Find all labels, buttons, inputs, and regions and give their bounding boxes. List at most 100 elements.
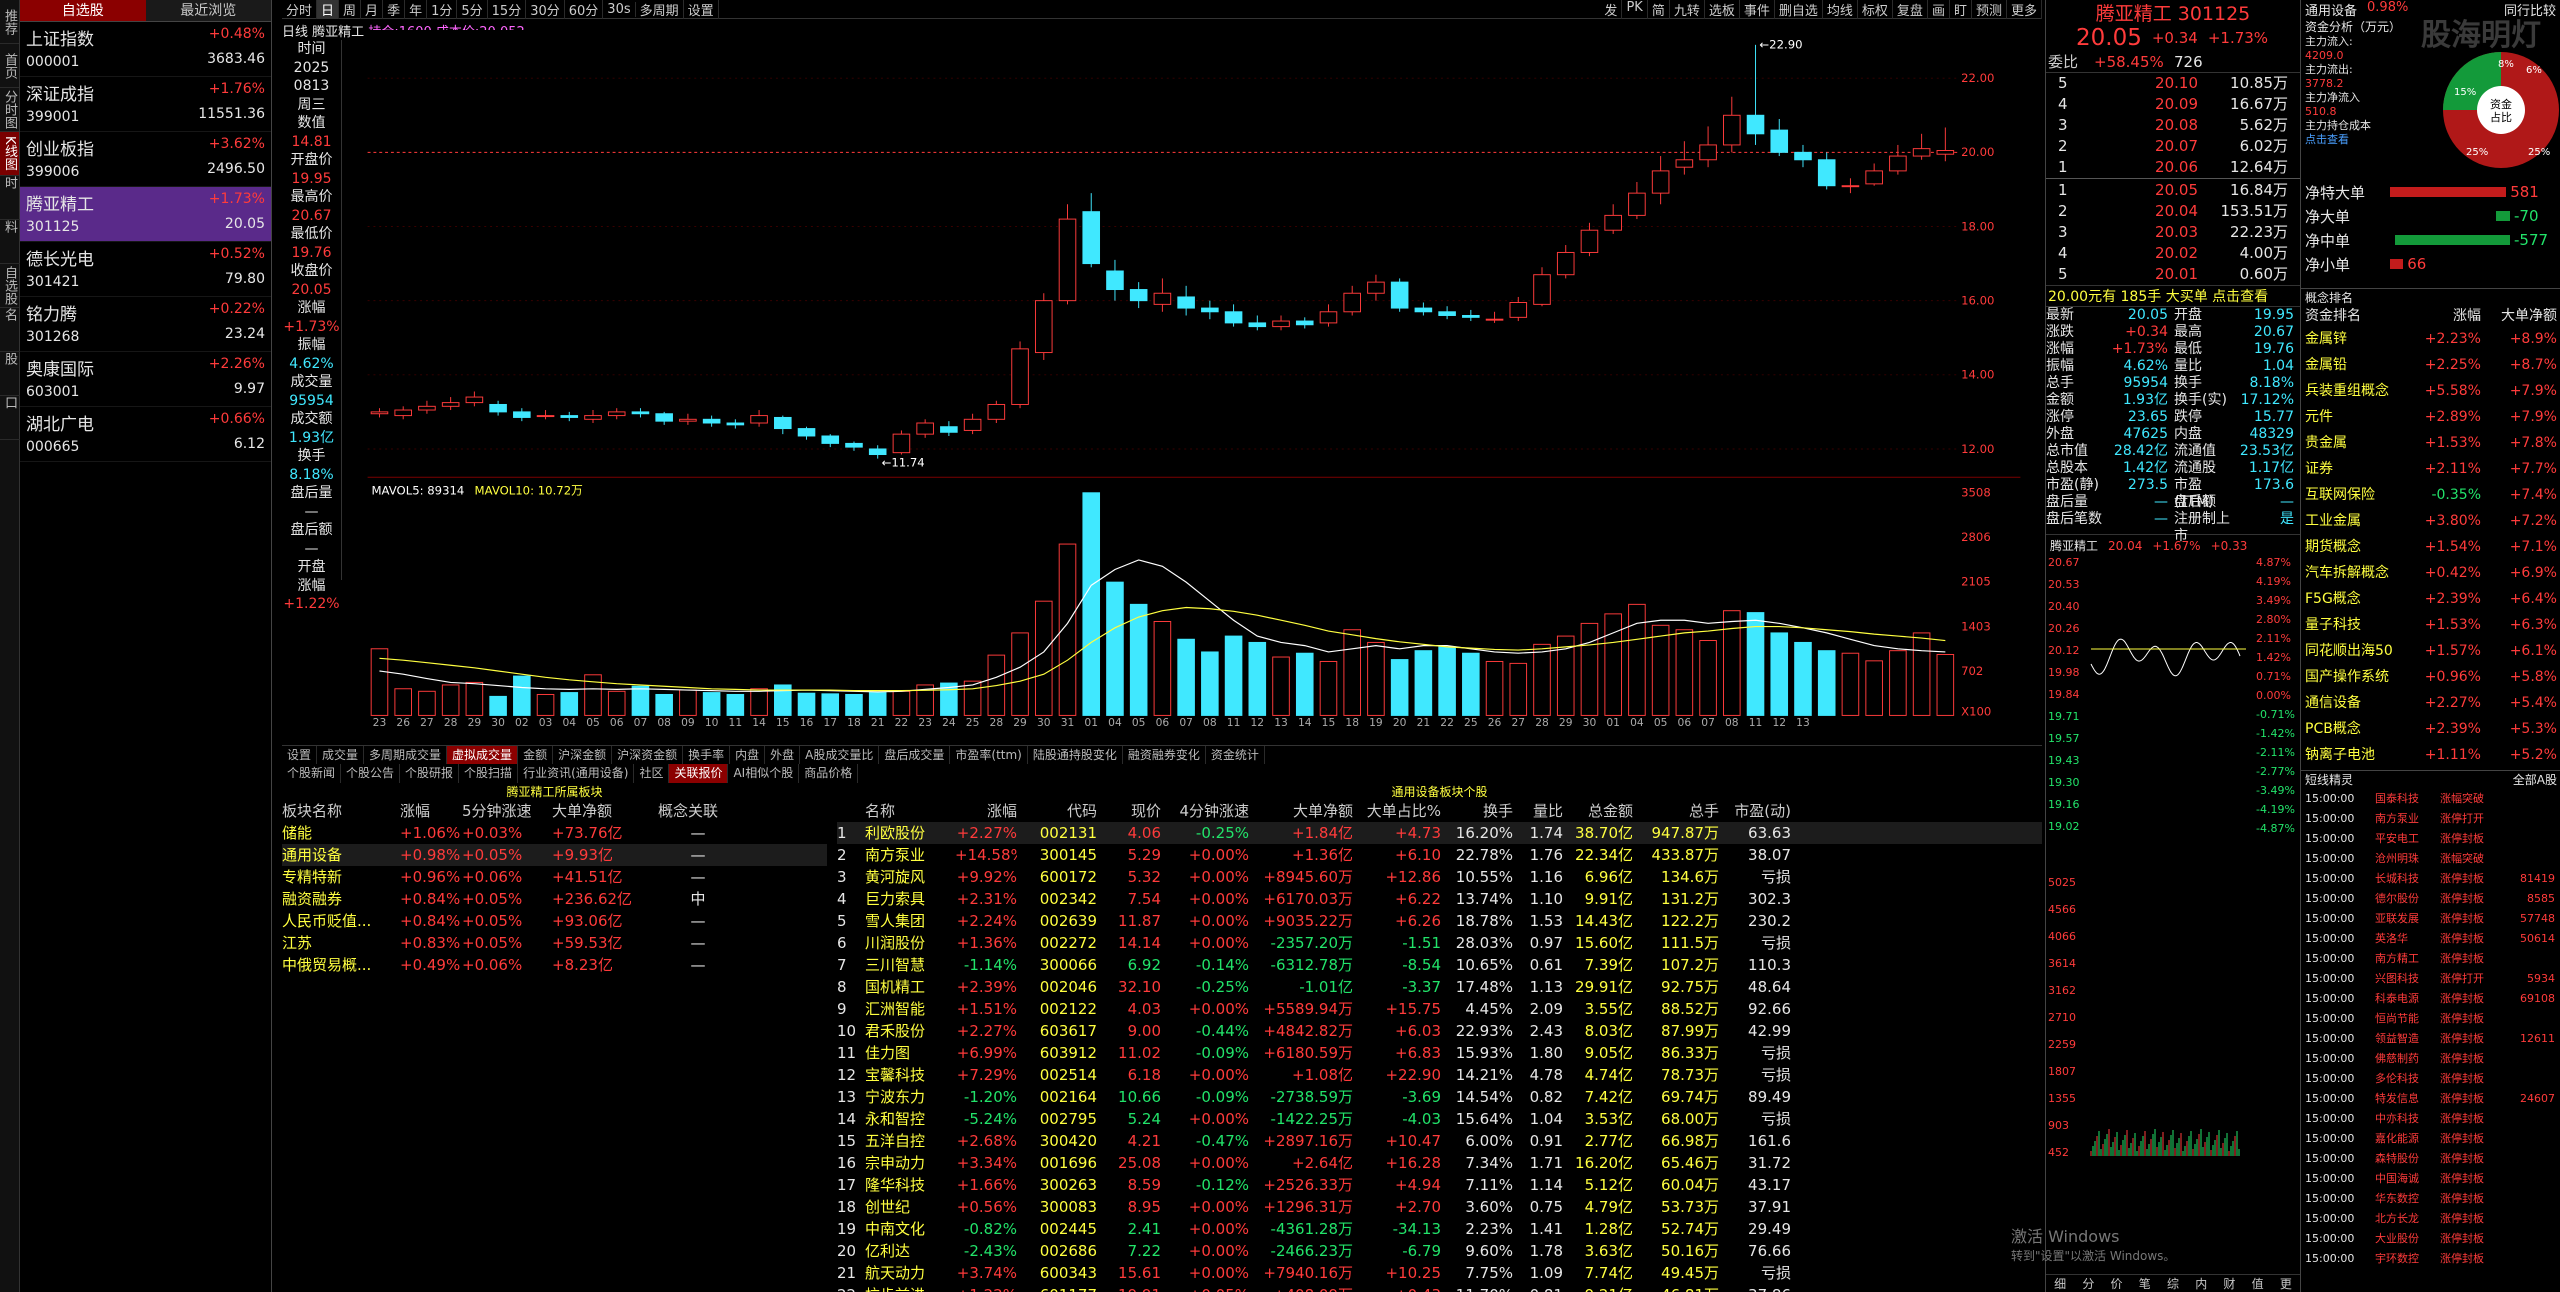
concept-row[interactable]: 工业金属 +3.80% +7.2%: [2301, 508, 2560, 534]
column-header[interactable]: 大单占比%: [1353, 800, 1441, 822]
tape-row[interactable]: 15:00:00 佛慈制药 涨停封板: [2301, 1049, 2560, 1069]
concept-row[interactable]: 同花顺出海50 +1.57% +6.1%: [2301, 638, 2560, 664]
table-row[interactable]: 12 宝馨科技 +7.29% 002514 6.18 +0.00% +1.08亿 +22.90…: [837, 1064, 2042, 1086]
ask-row[interactable]: 2 20.07 6.02万: [2046, 136, 2300, 157]
mini-tab[interactable]: 分: [2074, 1275, 2102, 1292]
indicator-tab[interactable]: 沪深金额: [553, 746, 613, 764]
watchlist-item[interactable]: 创业板指 399006 +3.62% 2496.50: [20, 132, 271, 187]
indicator-tab[interactable]: 外盘: [765, 746, 801, 764]
indicator-tab[interactable]: A股成交量比: [800, 746, 880, 764]
info-tab[interactable]: 行业资讯(通用设备): [518, 764, 635, 783]
indicator-tab[interactable]: 内盘: [730, 746, 766, 764]
mini-tab[interactable]: 笔: [2131, 1275, 2159, 1292]
column-header[interactable]: 涨幅: [2411, 306, 2481, 326]
watchlist-item[interactable]: 湖北广电 000665 +0.66% 6.12: [20, 407, 271, 462]
tape-row[interactable]: 15:00:00 南方泵业 涨停打开: [2301, 809, 2560, 829]
tool-button[interactable]: 复盘: [1893, 0, 1928, 19]
tool-button[interactable]: 画: [1928, 0, 1950, 19]
period-button[interactable]: 周: [339, 0, 362, 19]
mini-tab[interactable]: 值: [2244, 1275, 2272, 1292]
table-row[interactable]: 18 创世纪 +0.56% 300083 8.95 +0.00% +1296.31万 +2.7…: [837, 1196, 2042, 1218]
period-button[interactable]: 设置: [684, 0, 719, 19]
info-tab[interactable]: 社区: [634, 764, 670, 783]
tape-row[interactable]: 15:00:00 科泰电源 涨停封板 69108: [2301, 989, 2560, 1009]
mini-tab[interactable]: 综: [2159, 1275, 2187, 1292]
tape-row[interactable]: 15:00:00 多伦科技 涨停封板: [2301, 1069, 2560, 1089]
mini-tab[interactable]: 价: [2102, 1275, 2130, 1292]
bid-row[interactable]: 5 20.01 0.60万: [2046, 264, 2300, 285]
rail-item[interactable]: 自选股: [0, 264, 19, 308]
indicator-tab[interactable]: 市盈率(ttm): [950, 746, 1028, 764]
table-row[interactable]: 3 黄河旋风 +9.92% 600172 5.32 +0.00% +8945.60万 +12.…: [837, 866, 2042, 888]
concept-row[interactable]: 互联网保险 -0.35% +7.4%: [2301, 482, 2560, 508]
tool-button[interactable]: 均线: [1823, 0, 1858, 19]
concept-row[interactable]: 国产操作系统 +0.96% +5.8%: [2301, 664, 2560, 690]
table-row[interactable]: 19 中南文化 -0.82% 002445 2.41 +0.00% -4361.28万 -34…: [837, 1218, 2042, 1240]
column-header[interactable]: 涨幅: [955, 800, 1017, 822]
mini-tab[interactable]: 财: [2215, 1275, 2243, 1292]
tape-row[interactable]: 15:00:00 平安电工 涨停封板: [2301, 829, 2560, 849]
table-row[interactable]: 4 巨力索具 +2.31% 002342 7.54 +0.00% +6170.03万 +6.2…: [837, 888, 2042, 910]
tape-row[interactable]: 15:00:00 华东数控 涨停封板: [2301, 1189, 2560, 1209]
tape-row[interactable]: 15:00:00 大业股份 涨停封板: [2301, 1229, 2560, 1249]
table-row[interactable]: 通用设备 +0.98% +0.05% +9.93亿 —: [282, 844, 827, 866]
concept-row[interactable]: 元件 +2.89% +7.9%: [2301, 404, 2560, 430]
table-row[interactable]: 21 航天动力 +3.74% 600343 15.61 +0.00% +7940.16万 +1…: [837, 1262, 2042, 1284]
concept-row[interactable]: 证券 +2.11% +7.7%: [2301, 456, 2560, 482]
tape-row[interactable]: 15:00:00 亚联发展 涨停封板 57748: [2301, 909, 2560, 929]
period-button[interactable]: 年: [405, 0, 428, 19]
indicator-tab[interactable]: 金额: [518, 746, 554, 764]
table-row[interactable]: 专精特新 +0.96% +0.06% +41.51亿 —: [282, 866, 827, 888]
period-button[interactable]: 分时: [282, 0, 318, 19]
info-tab[interactable]: 个股扫描: [459, 764, 519, 783]
indicator-tab[interactable]: 多周期成交量: [364, 746, 448, 764]
tape-row[interactable]: 15:00:00 领益智造 涨停封板 12611: [2301, 1029, 2560, 1049]
indicator-tab[interactable]: 融资融券变化: [1123, 746, 1206, 764]
concept-row[interactable]: 期货概念 +1.54% +7.1%: [2301, 534, 2560, 560]
column-header[interactable]: 总手: [1633, 800, 1719, 822]
rail-item[interactable]: 首页: [0, 44, 19, 88]
tool-button[interactable]: 发: [1600, 0, 1623, 19]
table-row[interactable]: 5 雪人集团 +2.24% 002639 11.87 +0.00% +9035.22万 +6.…: [837, 910, 2042, 932]
tool-button[interactable]: 盯: [1950, 0, 1972, 19]
rail-item[interactable]: K线图: [0, 132, 19, 176]
info-tab[interactable]: 个股研报: [400, 764, 460, 783]
table-row[interactable]: 14 永和智控 -5.24% 002795 5.24 +0.00% -1422.25万 -4.…: [837, 1108, 2042, 1130]
period-button[interactable]: 30s: [603, 1, 636, 17]
tab-watchlist[interactable]: 自选股: [20, 0, 146, 22]
mini-tab[interactable]: 内: [2187, 1275, 2215, 1292]
watchlist-item[interactable]: 德长光电 301421 +0.52% 79.80: [20, 242, 271, 297]
bid-row[interactable]: 2 20.04 153.51万: [2046, 201, 2300, 222]
tape-row[interactable]: 15:00:00 南方精工 涨停封板: [2301, 949, 2560, 969]
table-row[interactable]: 11 佳力图 +6.99% 603912 11.02 -0.09% +6180.59万 +6.…: [837, 1042, 2042, 1064]
tape-row[interactable]: 15:00:00 宇环数控 涨停封板: [2301, 1249, 2560, 1269]
table-row[interactable]: 10 君禾股份 +2.27% 603617 9.00 -0.44% +4842.82万 +6.…: [837, 1020, 2042, 1042]
column-header[interactable]: 代码: [1017, 800, 1097, 822]
tape-row[interactable]: 15:00:00 英洛华 涨停封板 50614: [2301, 929, 2560, 949]
column-header[interactable]: 大单净额: [2481, 306, 2557, 326]
concept-row[interactable]: F5G概念 +2.39% +6.4%: [2301, 586, 2560, 612]
tool-button[interactable]: PK: [1622, 0, 1648, 19]
mini-tab[interactable]: 更: [2272, 1275, 2300, 1292]
table-row[interactable]: 16 宗申动力 +3.34% 001696 25.08 +0.00% +2.64亿 +16.2…: [837, 1152, 2042, 1174]
period-button[interactable]: 1分: [427, 0, 458, 19]
tape-row[interactable]: 15:00:00 中亦科技 涨停封板: [2301, 1109, 2560, 1129]
table-row[interactable]: 20 亿利达 -2.43% 002686 7.22 +0.00% -2466.23万 -6.7…: [837, 1240, 2042, 1262]
tape-row[interactable]: 15:00:00 北方长龙 涨停封板: [2301, 1209, 2560, 1229]
table-row[interactable]: 储能 +1.06% +0.03% +73.76亿 —: [282, 822, 827, 844]
concept-row[interactable]: 量子科技 +1.53% +6.3%: [2301, 612, 2560, 638]
tool-button[interactable]: 九转: [1670, 0, 1705, 19]
period-button[interactable]: 30分: [526, 0, 565, 19]
tool-button[interactable]: 简: [1648, 0, 1670, 19]
bid-row[interactable]: 3 20.03 22.23万: [2046, 222, 2300, 243]
watchlist-item[interactable]: 上证指数 000001 +0.48% 3683.46: [20, 22, 271, 77]
table-row[interactable]: 7 三川智慧 -1.14% 300066 6.92 -0.14% -6312.78万 -8.5…: [837, 954, 2042, 976]
column-header[interactable]: 名称: [865, 800, 955, 822]
table-row[interactable]: 融资融券 +0.84% +0.05% +236.62亿 中: [282, 888, 827, 910]
watchlist-item[interactable]: 奥康国际 603001 +2.26% 9.97: [20, 352, 271, 407]
watchlist-item[interactable]: 铭力腾 301268 +0.22% 23.24: [20, 297, 271, 352]
period-button[interactable]: 5分: [457, 0, 488, 19]
column-header[interactable]: 5分钟涨速: [462, 800, 552, 822]
info-tab[interactable]: 个股公告: [341, 764, 401, 783]
period-button[interactable]: 15分: [488, 0, 527, 19]
